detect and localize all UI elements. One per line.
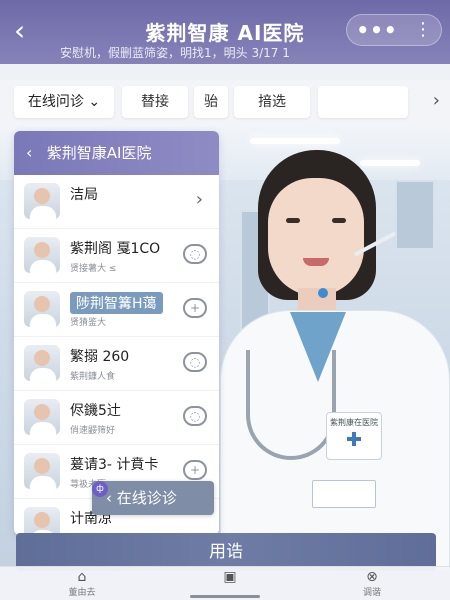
stethoscope-icon [246, 350, 336, 460]
list-item-name: 繁搦 260 [70, 349, 130, 365]
list-item-subtitle: 贤接薯大 ≤ [70, 264, 117, 274]
avatar [24, 183, 60, 219]
avatar [24, 291, 60, 327]
top-nav-bar: ‹ 紫荆智康 AI医院 ••• ⋮ 安慰机，假删蓝筛姿，明找1，明头 3/17 … [0, 0, 450, 64]
chevron-right-icon[interactable]: › [433, 90, 440, 111]
mini-program-capsule: ••• ⋮ [346, 14, 442, 46]
list-item-subtitle: 俏速鼹筛好 [70, 426, 116, 436]
avatar [24, 507, 60, 535]
list-item-name: 紫荆阁 戛1CO [70, 241, 161, 257]
info-card-icon: ▣ [223, 569, 237, 585]
ai-doctor-illustration: 紫荆康在医院 [220, 150, 450, 570]
avatar [24, 399, 60, 435]
settings-icon: ⊗ [366, 569, 378, 585]
list-item-subtitle: 紫荆鏮人食 [70, 372, 116, 382]
hospital-dropdown-panel: ‹ 紫荆智康AI医院 洁局 › 紫荆阁 戛1CO 贤接薯大 ≤ ◌ 陟荆智篝H蔼… [14, 131, 219, 535]
tab-item[interactable]: 骀 [194, 86, 228, 118]
doctor-eye [332, 218, 346, 223]
home-indicator [190, 595, 260, 598]
chevron-left-icon: ‹ [26, 143, 33, 162]
chat-bubble-icon[interactable]: ◌ [183, 352, 207, 372]
online-consultation-button[interactable]: ‹ 在线诊诊 [92, 481, 214, 515]
panel-header[interactable]: ‹ 紫荆智康AI医院 [14, 131, 219, 175]
tab-center[interactable]: ▣ [200, 569, 260, 585]
tab-home-label: 董由去 [68, 588, 96, 598]
avatar [24, 453, 60, 489]
tab-settings-label: 调谐 [362, 588, 381, 598]
chat-bubble-icon[interactable]: ◌ [183, 406, 207, 426]
tab-item[interactable]: 替接 [122, 86, 188, 118]
notification-dot-icon: ф [92, 481, 108, 497]
list-item-subtitle: 贤猜鉴大 [70, 318, 107, 328]
tab-online-consultation[interactable]: 在线问诊 ⌄ [14, 86, 114, 118]
hospital-badge: 紫荆康在医院 [326, 412, 382, 460]
panel-title: 紫荆智康AI医院 [46, 144, 152, 162]
online-consultation-label: ‹ 在线诊诊 [106, 489, 177, 507]
header-subtitle: 安慰机，假删蓝筛姿，明找1，明头 3/17 1 [60, 46, 290, 60]
doctor-face [268, 178, 364, 296]
category-tabs: 在线问诊 ⌄ 替接 骀 揞选 › [0, 80, 450, 124]
list-item[interactable]: 繁搦 260 紫荆鏮人食 ◌ [14, 337, 219, 391]
hospital-badge-text: 紫荆康在医院 [330, 418, 378, 427]
more-options-button[interactable]: ••• [355, 18, 399, 42]
menu-icon[interactable]: ⋮ [413, 18, 433, 42]
add-chat-icon[interactable]: + [183, 460, 207, 480]
doctor-smile [303, 258, 329, 266]
chat-bubble-icon[interactable]: ◌ [183, 244, 207, 264]
list-item[interactable]: 侭鐖5辻 俏速鼹筛好 ◌ [14, 391, 219, 445]
chevron-right-icon: › [195, 189, 203, 210]
avatar [24, 345, 60, 381]
tab-item[interactable] [318, 86, 408, 118]
medical-cross-icon [347, 432, 361, 446]
avatar [24, 237, 60, 273]
list-item[interactable]: 紫荆阁 戛1CO 贤接薯大 ≤ ◌ [14, 229, 219, 283]
list-item-name: 萲请3- 计賁卡 [70, 457, 159, 473]
list-item-name: 洁局 [70, 187, 98, 203]
list-item[interactable]: 陟荆智篝H蔼 贤猜鉴大 + [14, 283, 219, 337]
list-item[interactable]: 洁局 › [14, 175, 219, 229]
name-card [312, 480, 376, 508]
doctor-eye [286, 218, 300, 223]
microphone-icon [318, 288, 328, 298]
tab-settings[interactable]: ⊗ 调谐 [342, 569, 402, 598]
list-item-name: 陟荆智篝H蔼 [70, 292, 163, 314]
add-chat-icon[interactable]: + [183, 298, 207, 318]
tab-home[interactable]: ⌂ 董由去 [52, 569, 112, 598]
ceiling-lamp [250, 138, 340, 144]
list-item-name: 侭鐖5辻 [70, 403, 121, 419]
tab-item[interactable]: 揞选 [234, 86, 310, 118]
home-icon: ⌂ [77, 569, 87, 585]
